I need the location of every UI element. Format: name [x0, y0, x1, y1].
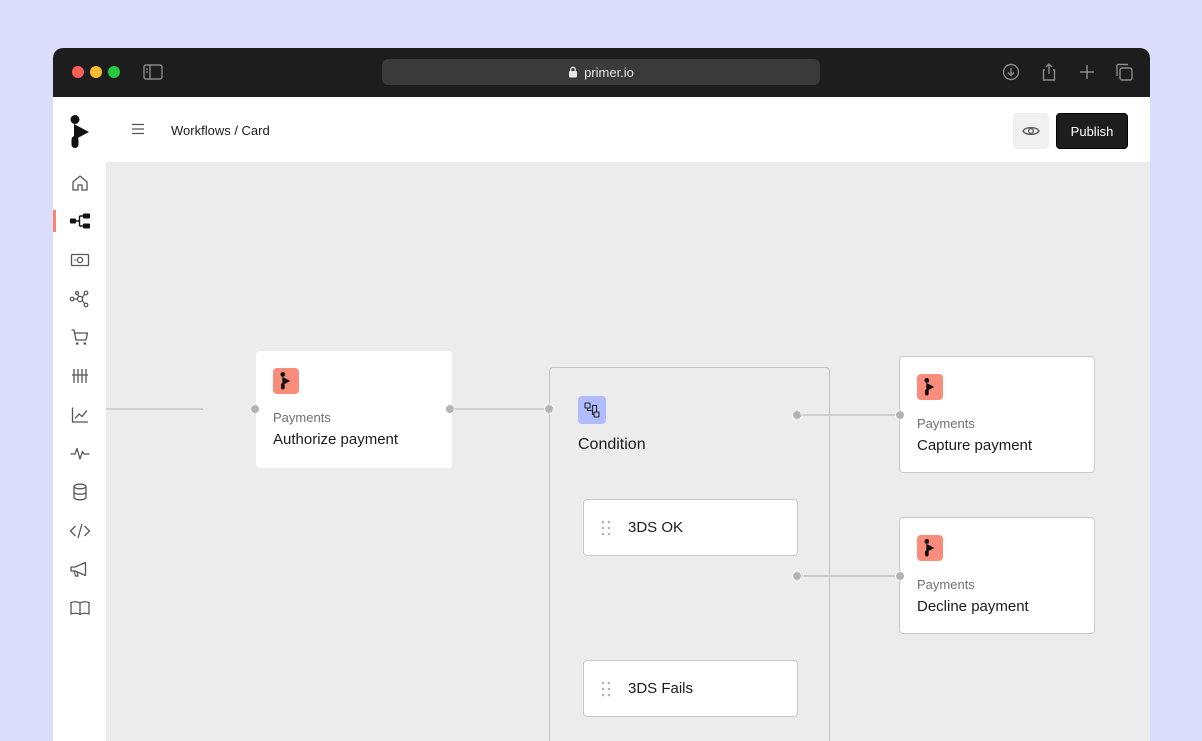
- condition-icon: [584, 402, 600, 418]
- share-icon[interactable]: [1038, 62, 1060, 82]
- workflow-canvas[interactable]: Payments Authorize payment Condition 3DS: [106, 162, 1150, 741]
- condition-node[interactable]: Condition 3DS OK 3DS Fails: [549, 367, 830, 741]
- url-text: primer.io: [584, 64, 634, 80]
- drag-handle-icon[interactable]: [601, 681, 611, 697]
- publish-button[interactable]: Publish: [1056, 113, 1128, 149]
- sidebar-item-data[interactable]: [53, 478, 106, 506]
- new-tab-icon[interactable]: [1076, 62, 1098, 82]
- megaphone-icon: [69, 561, 86, 577]
- lock-icon: [569, 66, 578, 78]
- capture-input-port[interactable]: [895, 410, 905, 420]
- home-icon: [71, 175, 88, 191]
- node-category: Payments: [917, 416, 975, 431]
- condition-badge: [578, 396, 606, 424]
- branch-3ds-fails[interactable]: 3DS Fails: [583, 660, 798, 717]
- condition-title: Condition: [578, 436, 646, 453]
- condition-input-port[interactable]: [544, 404, 554, 414]
- node-title: Capture payment: [917, 437, 1033, 454]
- primer-logo-icon: [924, 378, 935, 396]
- primer-logo-icon[interactable]: [70, 115, 92, 149]
- sidebar-item-home[interactable]: [53, 169, 106, 197]
- sidebar-item-docs[interactable]: [53, 594, 106, 622]
- authorize-output-port[interactable]: [445, 404, 455, 414]
- menu-icon[interactable]: [130, 121, 146, 137]
- sidebar-item-payments[interactable]: [53, 246, 106, 274]
- primer-logo-icon: [924, 539, 935, 557]
- sidebar-item-orders[interactable]: [53, 323, 106, 351]
- branch-ok-output-port[interactable]: [792, 410, 802, 420]
- sidebar-item-monitoring[interactable]: [53, 439, 106, 467]
- eye-icon: [1022, 126, 1040, 136]
- workflow-icon: [69, 213, 90, 229]
- sidebar-item-connections[interactable]: [53, 285, 106, 313]
- breadcrumb[interactable]: Workflows / Card: [171, 123, 270, 138]
- money-icon: [70, 253, 89, 267]
- payments-badge: [273, 368, 299, 394]
- url-bar[interactable]: primer.io: [382, 59, 820, 85]
- browser-titlebar: primer.io: [53, 48, 1150, 97]
- code-icon: [69, 523, 90, 539]
- sidebar-item-developers[interactable]: [53, 517, 106, 545]
- sidebar-toggle-icon[interactable]: [142, 62, 164, 82]
- tab-overview-icon[interactable]: [1114, 62, 1136, 82]
- book-icon: [69, 601, 90, 616]
- drag-handle-icon[interactable]: [601, 520, 611, 536]
- connections-icon: [69, 290, 88, 308]
- download-icon[interactable]: [1000, 62, 1022, 82]
- node-category: Payments: [273, 410, 331, 425]
- node-category: Payments: [917, 577, 975, 592]
- tally-icon: [71, 369, 88, 383]
- node-title: Authorize payment: [273, 431, 399, 448]
- cart-icon: [71, 329, 88, 345]
- primer-logo-icon: [280, 372, 291, 390]
- payments-badge: [917, 535, 943, 561]
- authorize-input-port[interactable]: [250, 404, 260, 414]
- branch-3ds-ok[interactable]: 3DS OK: [583, 499, 798, 556]
- preview-button[interactable]: [1013, 113, 1049, 149]
- chart-icon: [71, 407, 88, 423]
- sidebar-item-analytics[interactable]: [53, 401, 106, 429]
- sidebar-item-announcements[interactable]: [53, 555, 106, 583]
- branch-label: 3DS Fails: [628, 680, 694, 697]
- branch-label: 3DS OK: [628, 519, 684, 536]
- close-window-button[interactable]: [72, 66, 84, 78]
- database-icon: [72, 483, 87, 501]
- capture-payment-node[interactable]: Payments Capture payment: [899, 356, 1095, 473]
- sidebar-item-workflows[interactable]: [53, 207, 106, 235]
- maximize-window-button[interactable]: [108, 66, 120, 78]
- browser-window: primer.io Workflows / Card Publish Payme…: [53, 48, 1150, 741]
- payments-badge: [917, 374, 943, 400]
- page-header: Workflows / Card Publish: [106, 97, 1150, 162]
- decline-input-port[interactable]: [895, 571, 905, 581]
- pulse-icon: [70, 447, 89, 460]
- branch-fails-output-port[interactable]: [792, 571, 802, 581]
- node-title: Decline payment: [917, 598, 1029, 615]
- decline-payment-node[interactable]: Payments Decline payment: [899, 517, 1095, 634]
- authorize-payment-node[interactable]: Payments Authorize payment: [256, 351, 452, 468]
- sidebar-item-reconciliation[interactable]: [53, 362, 106, 390]
- app-sidebar: [53, 97, 106, 741]
- minimize-window-button[interactable]: [90, 66, 102, 78]
